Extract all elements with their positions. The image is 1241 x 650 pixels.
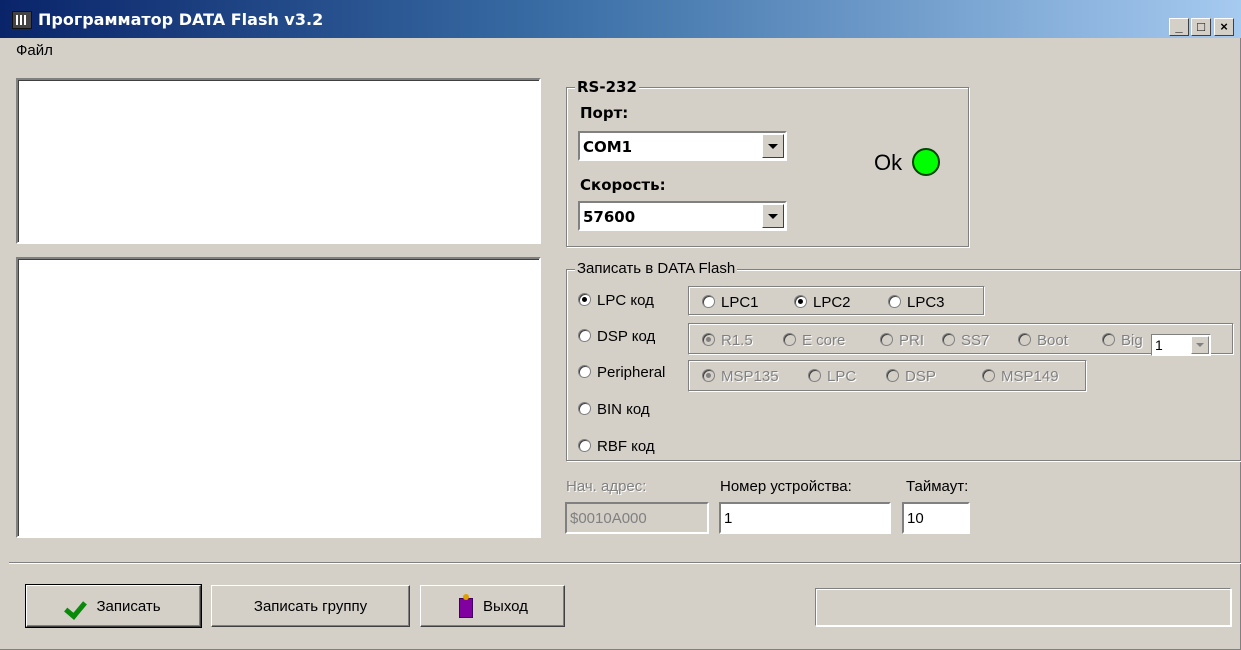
radio-label: R1.5 — [721, 332, 753, 349]
chevron-down-icon[interactable] — [762, 204, 784, 228]
port-value: COM1 — [583, 138, 633, 156]
start-address-input[interactable]: $0010A000 — [565, 502, 709, 534]
dsp-number-select[interactable]: 1 — [1151, 334, 1211, 356]
checkmark-icon — [66, 596, 88, 616]
radio-msp135[interactable]: MSP135 — [702, 368, 779, 385]
radio-periph-dsp[interactable]: DSP — [886, 368, 936, 385]
radio-label: LPC — [827, 368, 857, 385]
info-list-top[interactable] — [16, 78, 541, 244]
timeout-input[interactable]: 10 — [902, 502, 970, 534]
radio-dot-icon — [886, 369, 899, 382]
radio-label: LPC3 — [907, 294, 945, 311]
radio-dot-icon — [702, 295, 715, 308]
chip-icon — [12, 11, 32, 29]
radio-e-core[interactable]: E core — [783, 332, 845, 349]
write-group-button[interactable]: Записать группу — [211, 585, 410, 627]
radio-big[interactable]: Big — [1102, 332, 1143, 349]
maximize-button[interactable]: □ — [1191, 18, 1211, 36]
radio-dot-icon — [578, 402, 591, 415]
radio-label: MSP135 — [721, 368, 779, 385]
rs232-group-label: RS-232 — [575, 78, 639, 96]
speed-label: Скорость: — [580, 176, 666, 194]
close-button[interactable]: × — [1214, 18, 1234, 36]
chevron-down-icon[interactable] — [1191, 336, 1209, 354]
radio-dot-icon — [578, 439, 591, 452]
menu-file[interactable]: Файл — [16, 42, 53, 59]
radio-ss7[interactable]: SS7 — [942, 332, 989, 349]
radio-periph-lpc[interactable]: LPC — [808, 368, 856, 385]
exit-button[interactable]: Выход — [420, 585, 565, 627]
radio-label: DSP — [905, 368, 936, 385]
radio-label: SS7 — [961, 332, 990, 349]
main-window: Программатор DATA Flash v3.2 _ □ × Файл … — [0, 0, 1241, 650]
write-button-label: Записать — [96, 597, 161, 615]
radio-lpc-code[interactable]: LPC код — [578, 292, 654, 309]
radio-label: LPC1 — [721, 294, 759, 311]
radio-label: LPC2 — [813, 294, 851, 311]
radio-label: E core — [802, 332, 846, 349]
radio-dot-icon — [942, 333, 955, 346]
speed-value: 57600 — [583, 208, 636, 226]
write-group-button-label: Записать группу — [253, 597, 368, 615]
radio-peripheral[interactable]: Peripheral — [578, 364, 665, 381]
port-select[interactable]: COM1 — [578, 131, 787, 161]
radio-label: DSP код — [597, 328, 656, 345]
log-list-bottom[interactable] — [16, 257, 541, 538]
radio-label: LPC код — [597, 292, 654, 309]
radio-msp149[interactable]: MSP149 — [982, 368, 1059, 385]
radio-dot-icon — [578, 329, 591, 342]
radio-label: Boot — [1037, 332, 1068, 349]
timeout-label: Таймаут: — [906, 478, 969, 495]
title-bar[interactable]: Программатор DATA Flash v3.2 _ □ × — [0, 0, 1241, 38]
radio-pri[interactable]: PRI — [880, 332, 924, 349]
write-button[interactable]: Записать — [25, 584, 202, 628]
radio-dot-icon — [888, 295, 901, 308]
radio-label: BIN код — [597, 401, 650, 418]
radio-dot-icon — [794, 295, 807, 308]
radio-r15[interactable]: R1.5 — [702, 332, 753, 349]
progress-status-panel — [815, 588, 1231, 626]
device-number-label: Номер устройства: — [720, 478, 852, 495]
dsp-number-value: 1 — [1155, 337, 1163, 353]
write-group-label: Записать в DATA Flash — [575, 260, 738, 277]
radio-boot[interactable]: Boot — [1018, 332, 1068, 349]
minimize-button[interactable]: _ — [1169, 18, 1189, 36]
radio-label: PRI — [899, 332, 925, 349]
radio-dot-icon — [702, 333, 715, 346]
radio-dot-icon — [578, 293, 591, 306]
radio-lpc1[interactable]: LPC1 — [702, 294, 759, 311]
window-title: Программатор DATA Flash v3.2 — [38, 10, 324, 29]
connection-status-text: Ok — [874, 150, 903, 175]
radio-dot-icon — [783, 333, 796, 346]
radio-dot-icon — [808, 369, 821, 382]
radio-dsp-code[interactable]: DSP код — [578, 328, 655, 345]
exit-door-icon — [457, 594, 475, 618]
radio-dot-icon — [1102, 333, 1115, 346]
radio-label: MSP149 — [1001, 368, 1059, 385]
radio-dot-icon — [982, 369, 995, 382]
radio-label: RBF код — [597, 438, 655, 455]
radio-bin-code[interactable]: BIN код — [578, 401, 650, 418]
speed-select[interactable]: 57600 — [578, 201, 787, 231]
status-led-icon — [912, 148, 940, 176]
menu-bar: Файл — [0, 40, 1241, 62]
start-address-label: Нач. адрес: — [566, 478, 647, 495]
exit-button-label: Выход — [483, 597, 528, 615]
port-label: Порт: — [580, 104, 629, 122]
radio-label: Big — [1121, 332, 1143, 349]
radio-dot-icon — [578, 365, 591, 378]
bottom-separator — [9, 562, 1241, 564]
radio-rbf-code[interactable]: RBF код — [578, 438, 655, 455]
radio-dot-icon — [1018, 333, 1031, 346]
chevron-down-icon[interactable] — [762, 134, 784, 158]
radio-dot-icon — [880, 333, 893, 346]
radio-lpc2[interactable]: LPC2 — [794, 294, 851, 311]
radio-dot-icon — [702, 369, 715, 382]
radio-lpc3[interactable]: LPC3 — [888, 294, 945, 311]
device-number-input[interactable]: 1 — [719, 502, 891, 534]
radio-label: Peripheral — [597, 364, 666, 381]
